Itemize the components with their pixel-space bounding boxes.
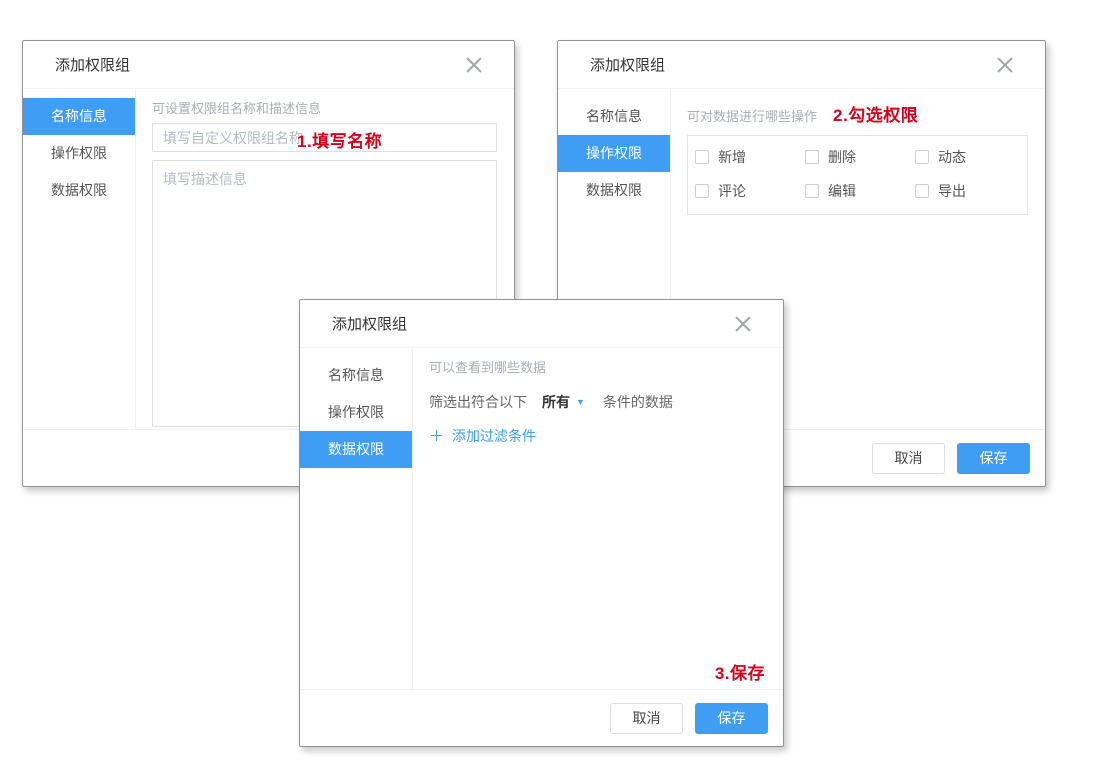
tab-data-permissions[interactable]: 数据权限 [300, 431, 412, 468]
close-icon[interactable] [733, 314, 753, 334]
dialog-title: 添加权限组 [55, 54, 130, 75]
section-hint: 可对数据进行哪些操作 [687, 109, 817, 125]
cancel-button[interactable]: 取消 [872, 443, 945, 474]
checkbox-item-delete[interactable]: 删除 [805, 147, 915, 167]
checkbox[interactable] [915, 184, 929, 198]
dialog-sidebar: 名称信息 操作权限 数据权限 [300, 348, 413, 689]
save-button[interactable]: 保存 [695, 703, 768, 734]
save-button[interactable]: 保存 [957, 443, 1030, 474]
dialog-header: 添加权限组 [300, 300, 783, 348]
checkbox-item-edit[interactable]: 编辑 [805, 181, 915, 201]
tab-operation-permissions[interactable]: 操作权限 [300, 394, 412, 431]
dialog-header: 添加权限组 [558, 41, 1045, 89]
data-permissions-panel: 可以查看到哪些数据 筛选出符合以下 所有 ▼ 条件的数据 ＋ 添加过滤条件 [413, 348, 783, 689]
annotation-step-3: 3.保存 [715, 659, 765, 684]
checkbox[interactable] [805, 150, 819, 164]
permission-group-name-input[interactable] [152, 123, 497, 152]
checkbox-item-comment[interactable]: 评论 [695, 181, 805, 201]
cancel-button[interactable]: 取消 [610, 703, 683, 734]
tab-data-permissions[interactable]: 数据权限 [558, 172, 670, 209]
checkbox-item-export[interactable]: 导出 [915, 181, 1025, 201]
hint-row: 可对数据进行哪些操作 2.勾选权限 [687, 101, 1028, 126]
add-filter-condition-link[interactable]: ＋ 添加过滤条件 [429, 426, 536, 446]
filter-prefix-label: 筛选出符合以下 [429, 392, 527, 412]
filter-condition-row: 筛选出符合以下 所有 ▼ 条件的数据 [429, 392, 766, 412]
dialog-sidebar: 名称信息 操作权限 数据权限 [23, 89, 136, 429]
checkbox[interactable] [805, 184, 819, 198]
section-hint: 可以查看到哪些数据 [429, 360, 766, 376]
tab-operation-permissions[interactable]: 操作权限 [23, 135, 135, 172]
checkbox[interactable] [695, 184, 709, 198]
annotation-step-2: 2.勾选权限 [833, 101, 918, 126]
add-filter-label: 添加过滤条件 [452, 426, 536, 446]
dialog-body: 名称信息 操作权限 数据权限 可以查看到哪些数据 筛选出符合以下 所有 ▼ 条件… [300, 348, 783, 689]
dialog-header: 添加权限组 [23, 41, 514, 89]
dialog-footer: 取消 保存 [300, 689, 783, 746]
section-hint: 可设置权限组名称和描述信息 [152, 101, 497, 117]
tab-operation-permissions[interactable]: 操作权限 [558, 135, 670, 172]
checkbox-item-dynamic[interactable]: 动态 [915, 147, 1025, 167]
checkbox-item-add[interactable]: 新增 [695, 147, 805, 167]
checkbox[interactable] [695, 150, 709, 164]
dropdown-arrow-icon: ▼ [576, 397, 585, 407]
tab-name-info[interactable]: 名称信息 [23, 98, 135, 135]
dialog-add-permission-group-data: 添加权限组 名称信息 操作权限 数据权限 可以查看到哪些数据 筛选出符合以下 所… [299, 299, 784, 747]
close-icon[interactable] [995, 55, 1015, 75]
tab-data-permissions[interactable]: 数据权限 [23, 172, 135, 209]
close-icon[interactable] [464, 55, 484, 75]
plus-icon: ＋ [429, 429, 444, 444]
name-input-wrap: 1.填写名称 [152, 123, 497, 152]
filter-scope-dropdown[interactable]: 所有 ▼ [542, 392, 585, 412]
filter-scope-value: 所有 [542, 392, 570, 412]
operation-checkbox-group: 新增 删除 动态 评论 编辑 [687, 135, 1028, 215]
dialog-title: 添加权限组 [590, 54, 665, 75]
checkbox[interactable] [915, 150, 929, 164]
dialog-title: 添加权限组 [332, 313, 407, 334]
filter-suffix-label: 条件的数据 [603, 392, 673, 412]
tab-name-info[interactable]: 名称信息 [300, 357, 412, 394]
tab-name-info[interactable]: 名称信息 [558, 98, 670, 135]
